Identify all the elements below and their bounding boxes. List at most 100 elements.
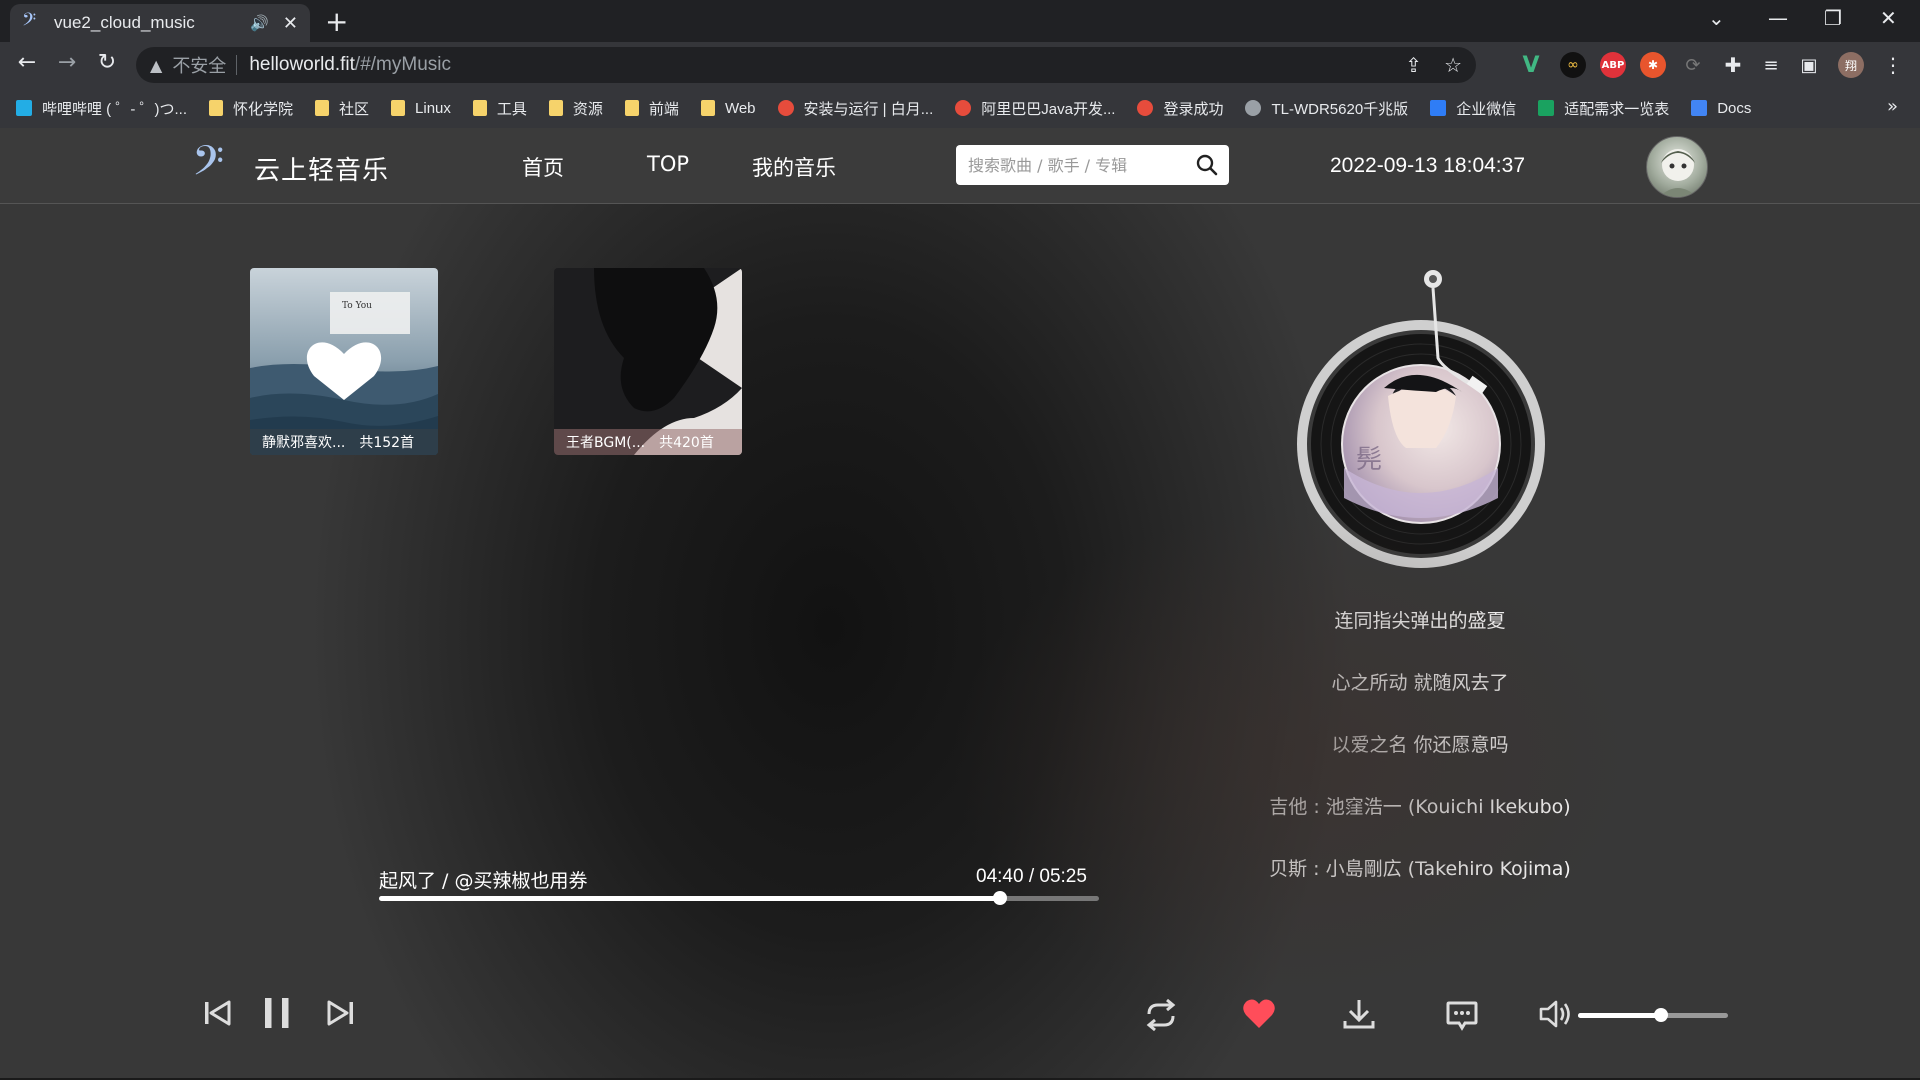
current-datetime: 2022-09-13 18:04:37 xyxy=(1330,154,1525,177)
bookmark-item[interactable]: 社区 xyxy=(315,98,369,119)
glasses-extension-icon[interactable]: ∞ xyxy=(1560,52,1586,78)
bookmark-label: 怀化学院 xyxy=(233,100,294,118)
address-bar[interactable]: ▲ 不安全 helloworld.fit /#/myMusic ⇪ ☆ xyxy=(136,47,1476,83)
tab-close-icon[interactable]: ✕ xyxy=(283,13,298,34)
forward-button[interactable]: → xyxy=(52,50,82,75)
nav-home[interactable]: 首页 xyxy=(522,152,564,182)
playlist-count: 共420首 xyxy=(659,435,714,451)
sync-extension-icon[interactable]: ⟳ xyxy=(1680,52,1706,78)
volume-slider[interactable] xyxy=(1578,1008,1728,1022)
pause-icon[interactable] xyxy=(262,996,292,1030)
bookmark-item[interactable]: 前端 xyxy=(624,98,679,119)
url-path[interactable]: /#/myMusic xyxy=(355,54,451,76)
lyric-line: 以爱之名 你还愿意吗 xyxy=(1331,734,1509,756)
tab-audio-icon[interactable]: 🔊 xyxy=(250,14,269,32)
lyric-line: 连同指尖弹出的盛夏 xyxy=(1334,610,1506,632)
bookmark-item[interactable]: TL-WDR5620千兆版 xyxy=(1245,98,1408,119)
volume-fill xyxy=(1578,1013,1661,1018)
playlist-caption: 静默邪喜欢... 共152首 xyxy=(250,429,438,455)
playlist-card[interactable]: 王者BGM(... 共420首 xyxy=(554,268,742,455)
restore-button[interactable]: ❐ xyxy=(1824,6,1842,30)
bookmark-star-icon[interactable]: ☆ xyxy=(1444,53,1462,77)
bookmark-label: Web xyxy=(724,99,756,117)
user-avatar[interactable] xyxy=(1646,136,1708,198)
search-icon[interactable] xyxy=(1195,153,1219,177)
bookmark-item[interactable]: 企业微信 xyxy=(1430,98,1516,119)
search-box xyxy=(956,145,1229,185)
bookmark-label: 企业微信 xyxy=(1456,100,1517,118)
bass-clef-favicon-icon: 𝄢 xyxy=(22,10,37,35)
app-header: 𝄢 云上轻音乐 首页 TOP 我的音乐 2022-09-13 18:04:37 xyxy=(0,128,1920,204)
back-button[interactable]: ← xyxy=(12,50,42,75)
search-input[interactable] xyxy=(956,145,1176,185)
playlist-cover-ocean-heart: To You xyxy=(250,268,438,455)
bookmark-item[interactable]: Linux xyxy=(391,100,451,117)
volume-handle[interactable] xyxy=(1653,1008,1668,1022)
svg-text:To You: To You xyxy=(342,301,372,311)
bilibili-icon xyxy=(16,100,32,116)
new-tab-button[interactable]: + xyxy=(325,8,348,36)
wecom-icon xyxy=(1430,100,1447,116)
lyric-line: 吉他 : 池窪浩一 (Kouichi Ikekubo) xyxy=(1269,796,1571,818)
bookmark-item[interactable]: 怀化学院 xyxy=(209,98,293,119)
site-icon xyxy=(955,100,972,116)
bookmark-item[interactable]: 适配需求一览表 xyxy=(1538,98,1669,119)
bookmark-label: 社区 xyxy=(339,100,370,118)
next-track-icon[interactable] xyxy=(326,998,356,1028)
share-icon[interactable]: ⇪ xyxy=(1405,53,1422,77)
loop-icon[interactable] xyxy=(1143,998,1179,1032)
progress-handle[interactable] xyxy=(992,891,1007,905)
bookmark-item[interactable]: Docs xyxy=(1691,100,1751,117)
site-icon xyxy=(1137,100,1154,116)
bookmark-item[interactable]: 登录成功 xyxy=(1137,98,1223,119)
playlist-card[interactable]: To You 静默邪喜欢... 共152首 xyxy=(250,268,438,455)
side-panel-icon[interactable]: ▣ xyxy=(1796,52,1822,78)
extensions-puzzle-icon[interactable]: ✚ xyxy=(1720,52,1746,78)
tab-search-chevron-icon[interactable]: ⌄ xyxy=(1708,6,1725,30)
bookmarks-overflow-button[interactable]: » xyxy=(1887,96,1898,117)
nav-top[interactable]: TOP xyxy=(647,152,689,176)
bookmark-label: 前端 xyxy=(648,100,679,118)
download-icon[interactable] xyxy=(1342,997,1376,1031)
browser-toolbar: ← → ↻ ▲ 不安全 helloworld.fit /#/myMusic ⇪ … xyxy=(0,42,1920,88)
heart-favorite-icon[interactable] xyxy=(1242,998,1276,1030)
playlist-name: 王者BGM(... xyxy=(566,435,646,451)
lyric-line: 贝斯 : 小島剛広 (Takehiro Kojima) xyxy=(1269,858,1571,880)
warning-icon[interactable]: ▲ xyxy=(150,56,162,75)
globe-icon xyxy=(1245,100,1262,116)
bookmark-label: Linux xyxy=(415,99,451,117)
url-host[interactable]: helloworld.fit xyxy=(249,54,355,76)
bug-extension-icon[interactable]: ✱ xyxy=(1640,52,1666,78)
progress-fill xyxy=(379,896,1000,901)
bookmark-item[interactable]: 资源 xyxy=(548,98,603,119)
sheet-icon xyxy=(1538,100,1555,116)
bookmark-label: 登录成功 xyxy=(1163,100,1224,118)
minimize-button[interactable]: — xyxy=(1768,6,1788,30)
close-window-button[interactable]: ✕ xyxy=(1880,6,1897,30)
bookmark-item[interactable]: 安装与运行 | 白月... xyxy=(777,98,933,119)
vue-devtools-extension-icon[interactable]: V xyxy=(1518,52,1544,78)
address-divider xyxy=(236,55,238,75)
bass-clef-logo-icon[interactable]: 𝄢 xyxy=(192,136,224,196)
bookmark-item[interactable]: 工具 xyxy=(472,98,527,119)
folder-icon xyxy=(624,100,639,116)
bookmark-item[interactable]: 哔哩哔哩 ( ゜- ゜)つ... xyxy=(16,98,187,119)
bookmark-item[interactable]: 阿里巴巴Java开发... xyxy=(955,98,1115,119)
folder-icon xyxy=(391,100,406,116)
browser-tab[interactable]: 𝄢 vue2_cloud_music 🔊 ✕ xyxy=(10,4,310,42)
nav-my-music[interactable]: 我的音乐 xyxy=(752,152,836,182)
profile-avatar[interactable]: 翔 xyxy=(1838,52,1864,78)
lyrics-comment-icon[interactable] xyxy=(1445,998,1479,1032)
media-control-icon[interactable]: ≡ xyxy=(1758,52,1784,78)
avatar-illustration xyxy=(1659,149,1697,197)
previous-track-icon[interactable] xyxy=(202,998,232,1028)
volume-icon[interactable] xyxy=(1538,998,1572,1030)
app-logo-text[interactable]: 云上轻音乐 xyxy=(254,150,389,187)
progress-slider[interactable] xyxy=(379,891,1099,905)
bookmark-item[interactable]: Web xyxy=(700,99,756,117)
insecure-label[interactable]: 不安全 xyxy=(172,52,226,78)
adblock-plus-extension-icon[interactable]: ABP xyxy=(1600,52,1626,78)
reload-button[interactable]: ↻ xyxy=(92,50,122,75)
browser-menu-icon[interactable]: ⋮ xyxy=(1880,52,1906,78)
folder-icon xyxy=(472,100,487,116)
